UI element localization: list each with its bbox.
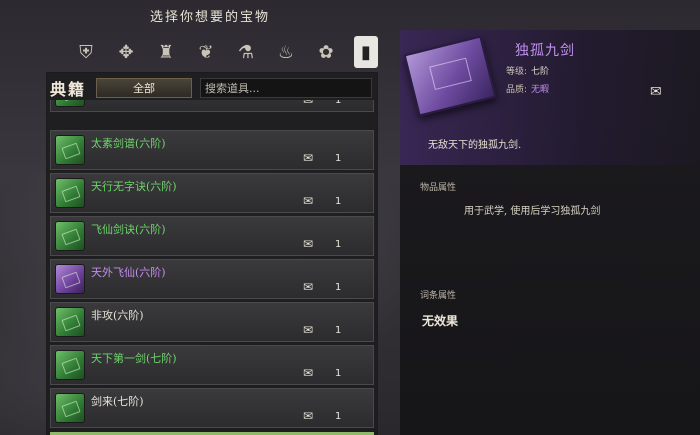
accessory-icon[interactable]: ❦ [188,36,224,68]
scroll-icon: ✉ [303,100,314,107]
scroll-icon: ✉ [303,409,314,423]
scroll-icon: ✉ [303,280,314,294]
item-name: 飞仙剑诀(六阶) [91,223,166,236]
book-item-icon [55,100,85,107]
list-item[interactable]: 剑来(七阶) ✉ 1 [50,388,374,428]
detail-title: 独孤九剑 [515,43,575,59]
section-label: 典籍 [50,80,87,99]
material-icon[interactable]: ✿ [308,36,344,68]
book-item-icon [55,221,85,251]
list-item[interactable]: ✉ 1 [50,100,374,112]
detail-quality: 品质: 无暇 [506,85,550,95]
item-quantity: 1 [335,153,342,164]
book-item-icon [55,178,85,208]
list-item[interactable]: 太素剑谱(六阶) ✉ 1 [50,130,374,170]
detail-description: 无敌天下的独孤九剑. [428,140,522,151]
book-item-icon [55,393,85,423]
item-name: 天行无字诀(六阶) [91,180,177,193]
armor-icon[interactable]: ⛨ [68,36,104,68]
category-tabs: ⛨ ✥ ♜ ❦ ⚗ ♨ ✿ ▮ [68,36,378,68]
scroll-icon: ✉ [650,84,662,100]
book-item-icon [55,307,85,337]
scroll-icon: ✉ [303,194,314,208]
item-list: ✉ 1 太素剑谱(六阶) ✉ 1 天行无字诀(六阶) ✉ 1 飞仙剑诀(六阶) … [50,100,374,435]
list-item[interactable]: 天行无字诀(六阶) ✉ 1 [50,173,374,213]
robe-icon[interactable]: ♜ [148,36,184,68]
list-item[interactable]: 飞仙剑诀(六阶) ✉ 1 [50,216,374,256]
book-item-icon [55,264,85,294]
medicine-icon[interactable]: ⚗ [228,36,264,68]
list-item[interactable]: 非攻(六阶) ✉ 1 [50,302,374,342]
item-name: 天外飞仙(六阶) [91,266,166,279]
item-name: 剑来(七阶) [91,395,144,408]
item-name: 非攻(六阶) [91,309,144,322]
page-title: 选择你想要的宝物 [149,10,270,25]
herb-icon[interactable]: ♨ [268,36,304,68]
book-item-icon [55,135,85,165]
item-quantity: 1 [335,368,342,379]
entry-attr-text: 无效果 [422,314,459,328]
scroll-icon: ✉ [303,237,314,251]
item-name: 太素剑谱(六阶) [91,137,166,150]
scroll-icon: ✉ [303,366,314,380]
item-attr-label: 物品属性 [420,183,457,193]
item-quantity: 1 [335,100,342,106]
book-icon[interactable]: ▮ [354,36,378,68]
item-attr-text: 用于武学, 使用后学习独孤九剑 [464,206,601,217]
list-item[interactable]: 天外飞仙(六阶) ✉ 1 [50,259,374,299]
item-name: 天下第一剑(七阶) [91,352,177,365]
item-quantity: 1 [335,196,342,207]
entry-attr-label: 词条属性 [420,291,457,301]
scroll-icon: ✉ [303,151,314,165]
item-quantity: 1 [335,325,342,336]
item-quantity: 1 [335,239,342,250]
book-item-icon [55,350,85,380]
detail-level: 等级: 七阶 [506,67,550,77]
scroll-icon: ✉ [303,323,314,337]
list-item[interactable]: 天下第一剑(七阶) ✉ 1 [50,345,374,385]
weapon-icon[interactable]: ✥ [108,36,144,68]
item-quantity: 1 [335,282,342,293]
item-quantity: 1 [335,411,342,422]
search-input[interactable] [200,78,372,98]
filter-all-button[interactable]: 全部 [96,78,192,98]
